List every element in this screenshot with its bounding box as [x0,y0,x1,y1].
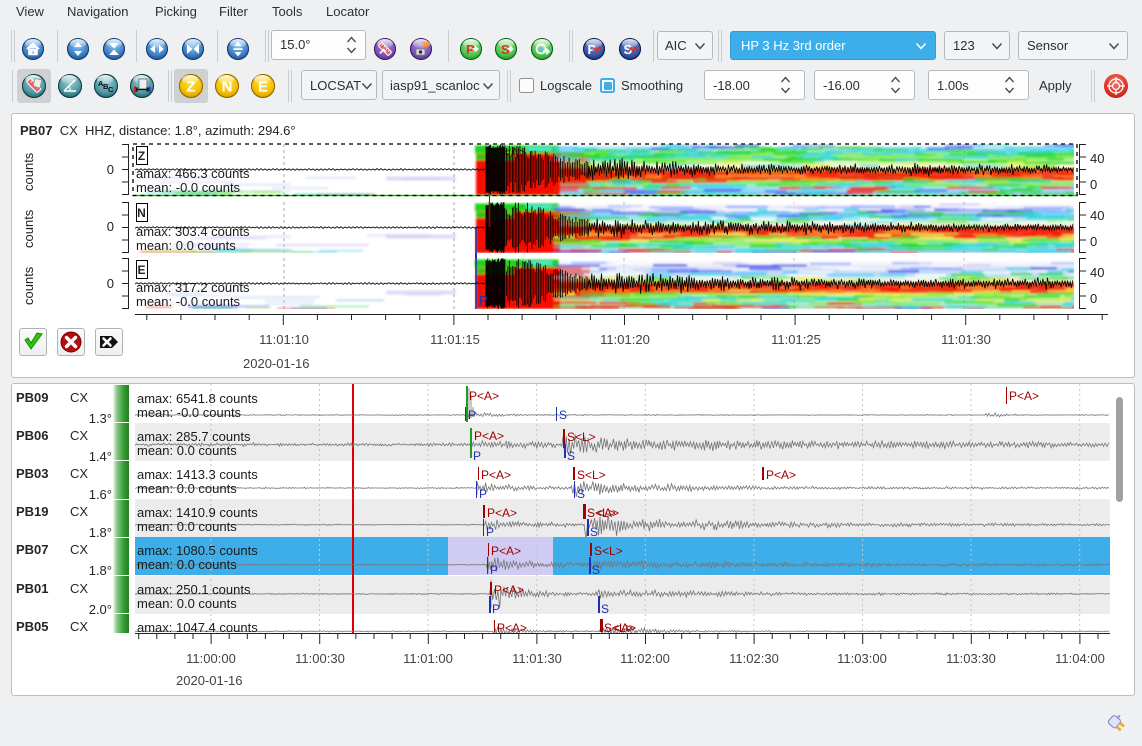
svg-text:C: C [108,85,114,94]
svg-text:Z: Z [186,79,195,96]
svg-text:E: E [258,79,268,96]
svg-text:N: N [222,79,233,96]
svg-text:JP: JP [421,41,431,50]
